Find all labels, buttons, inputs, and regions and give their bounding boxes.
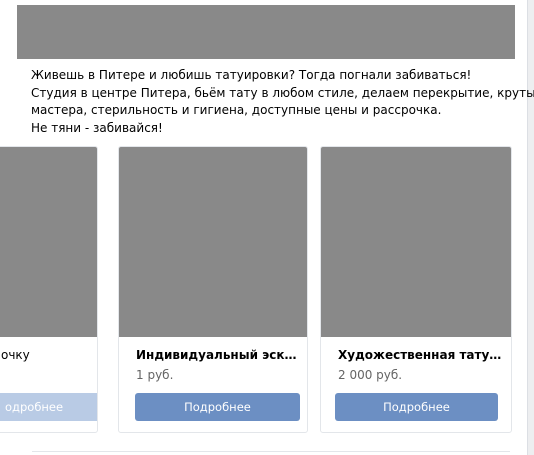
details-button[interactable]: одробнее — [0, 393, 97, 421]
page: Живешь в Питере и любишь татуировки? Тог… — [0, 0, 534, 455]
product-card[interactable]: очку одробнее — [0, 146, 98, 433]
product-price: 1 руб. — [136, 368, 174, 382]
details-button[interactable]: Подробнее — [335, 393, 498, 421]
post-text-line: Студия в центре Питера, бьём тату в любо… — [31, 85, 534, 100]
product-image[interactable] — [119, 147, 307, 337]
product-title: очку — [1, 348, 30, 362]
product-title: Художественная татуиров... — [338, 348, 503, 362]
divider — [32, 451, 510, 452]
post-text-line: мастера, стерильность и гигиена, доступн… — [31, 103, 442, 117]
post-text: Живешь в Питере и любишь татуировки? Тог… — [31, 67, 534, 137]
product-carousel[interactable]: очку одробнее Индивидуальный эскиз 1 руб… — [0, 146, 527, 436]
product-price: 2 000 руб. — [338, 368, 403, 382]
product-image[interactable] — [0, 147, 97, 337]
details-button[interactable]: Подробнее — [135, 393, 300, 421]
post-text-line: Не тяни - забивайся! — [31, 120, 163, 135]
product-card[interactable]: Художественная татуиров... 2 000 руб. По… — [320, 146, 512, 433]
product-title: Индивидуальный эскиз — [136, 348, 299, 362]
product-image[interactable] — [321, 147, 511, 337]
ad-post: Живешь в Питере и любишь татуировки? Тог… — [0, 0, 534, 455]
post-header-redacted — [17, 5, 515, 59]
post-text-line: Живешь в Питере и любишь татуировки? Тог… — [31, 68, 472, 82]
product-card[interactable]: Индивидуальный эскиз 1 руб. Подробнее — [118, 146, 308, 433]
